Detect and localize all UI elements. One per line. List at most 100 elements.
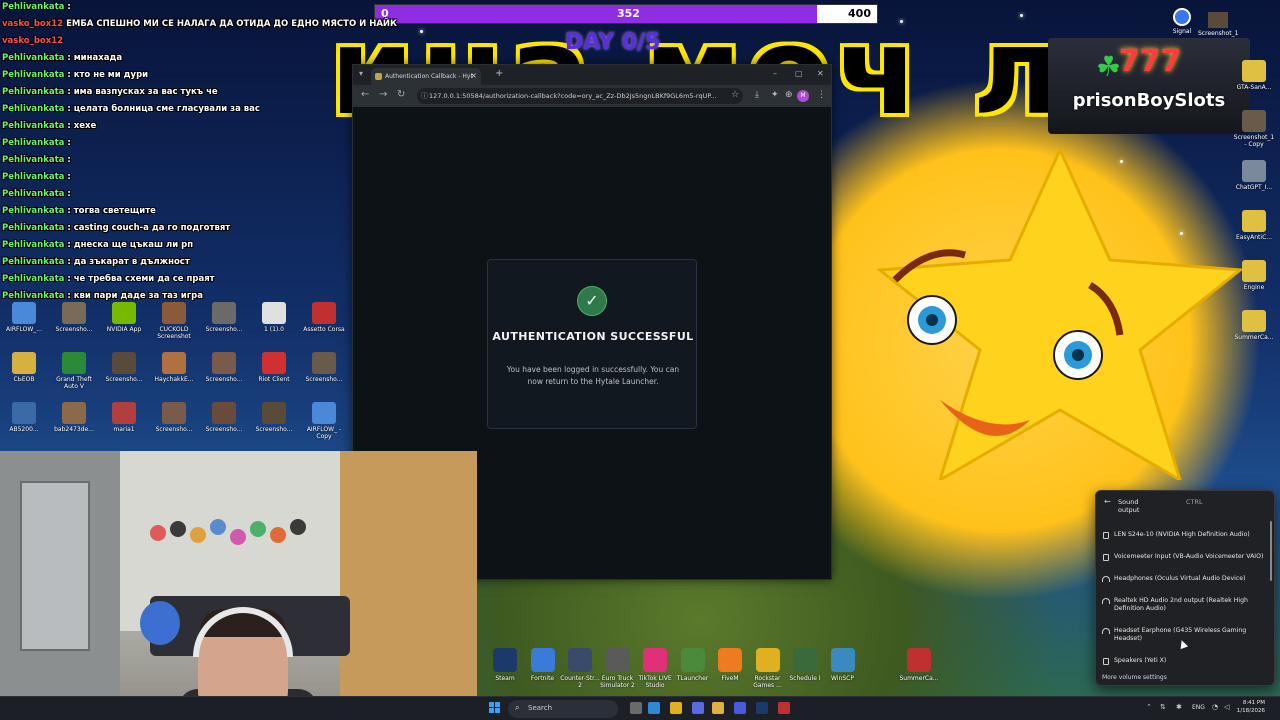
chat-username: Pehlivankata (2, 87, 65, 97)
desktop-icon[interactable]: Engine (1232, 260, 1276, 298)
desktop-icon[interactable]: GTA-SanA... (1232, 60, 1276, 98)
desktop-shortcut[interactable]: SummerCa... (899, 648, 939, 682)
shortcut-label: Euro Truck Simulator 2 (600, 675, 635, 689)
reload-icon[interactable]: ↻ (397, 89, 405, 100)
cam-plush-toy (140, 601, 180, 645)
sound-device-item[interactable]: Speakers (Yeti X) (1100, 657, 1268, 665)
desktop-icon[interactable]: EasyAntiC... (1232, 210, 1276, 248)
desktop-icon[interactable]: HaychakkE... (152, 352, 196, 390)
chat-text: : тогва светещите (67, 206, 156, 216)
desktop-icon[interactable]: AB5200... (2, 402, 46, 440)
clock[interactable]: 8:41 PM 1/18/2026 (1235, 699, 1265, 715)
minimize-icon[interactable]: – (773, 69, 777, 78)
desktop-icon[interactable]: СЬЕОВ (2, 352, 46, 390)
task-view-icon[interactable] (630, 702, 642, 714)
check-icon: ✓ (577, 286, 607, 316)
desktop-shortcut[interactable]: Fortnite (523, 648, 563, 682)
network-icon[interactable]: ⇅ (1160, 703, 1166, 711)
signal-desktop-icon[interactable]: Signal (1162, 8, 1202, 35)
profile-avatar[interactable]: M (797, 90, 809, 102)
desktop-shortcut[interactable]: WinSCP (823, 648, 863, 682)
desktop-icon[interactable]: SummerCa... (1232, 310, 1276, 348)
site-info-icon[interactable]: ⓘ (421, 91, 428, 101)
desktop-icon-label: Screensho... (105, 376, 143, 383)
desktop-icon[interactable]: Screensho... (252, 402, 296, 440)
desktop-icon[interactable]: Screensho... (302, 352, 346, 390)
close-tab-icon[interactable]: × (470, 71, 477, 80)
chat-username: vasko_box12 (2, 19, 64, 29)
windows-taskbar: ⌕ Search ⌃ ⇅ ✱ ENG ◔ ◁ 8:41 PM 1/18/2026 (0, 696, 1280, 720)
desktop-shortcut[interactable]: Rockstar Games ... (748, 648, 788, 689)
desktop-icon[interactable]: maria1 (102, 402, 146, 440)
chevron-up-icon[interactable]: ⌃ (1146, 703, 1152, 711)
more-volume-settings-link[interactable]: More volume settings (1102, 674, 1167, 681)
desktop-shortcut[interactable]: Counter-Str... 2 (560, 648, 600, 689)
sound-device-item[interactable]: Headphones (Oculus Virtual Audio Device) (1100, 575, 1268, 583)
app-icon[interactable] (734, 702, 746, 714)
tab-list-icon[interactable]: ▾ (359, 69, 363, 78)
folder-icon (1242, 260, 1266, 282)
start-button[interactable] (489, 702, 501, 714)
signal-icon (1173, 8, 1191, 26)
desktop-icon[interactable]: Riot Client (252, 352, 296, 390)
discord-icon[interactable] (692, 702, 704, 714)
app-icon[interactable] (778, 702, 790, 714)
sound-device-label: Voicemeeter Input (VB-Audio Voicemeeter … (1114, 553, 1264, 560)
wifi-icon[interactable]: ◔ (1212, 703, 1218, 711)
desktop-icon[interactable]: Screensho... (202, 402, 246, 440)
tab-auth-callback[interactable]: Authentication Callback - Hyt × (371, 68, 481, 85)
desktop-icon-label: Screensho... (205, 326, 243, 333)
file-explorer-icon[interactable] (712, 702, 724, 714)
forward-icon[interactable]: → (379, 89, 387, 100)
desktop-icon-label: Screensho... (55, 326, 93, 333)
chrome-icon[interactable] (670, 702, 682, 714)
sound-device-label: LEN S24e-10 (NVIDIA High Definition Audi… (1114, 531, 1250, 538)
desktop-shortcut[interactable]: Schedule I (785, 648, 825, 682)
screenshot-desktop-icon[interactable]: Screenshot_1 (1198, 12, 1238, 37)
desktop-shortcut[interactable]: FiveM (710, 648, 750, 682)
language-indicator[interactable]: ENG (1192, 704, 1205, 711)
desktop-icon[interactable]: Screenshot_1 - Copy (1232, 110, 1276, 148)
new-tab-icon[interactable]: + (495, 68, 503, 79)
folder-icon (1242, 310, 1266, 332)
steam-icon[interactable] (756, 702, 768, 714)
desktop-icon[interactable]: Screensho... (202, 352, 246, 390)
scrollbar[interactable] (1270, 521, 1272, 581)
edge-icon[interactable] (648, 702, 660, 714)
sound-device-item[interactable]: LEN S24e-10 (NVIDIA High Definition Audi… (1100, 531, 1268, 539)
desktop-icon[interactable]: AIRFLOW_ - Copy (302, 402, 346, 440)
favicon-icon (375, 73, 382, 80)
shortcut-label: TLauncher (676, 675, 709, 682)
desktop-icon[interactable]: Screensho... (102, 352, 146, 390)
taskbar-search[interactable]: ⌕ Search (508, 700, 618, 718)
stream-chat-overlay: Pehlivankata : vasko_box12 ЕМБА СПЕШНО МИ… (0, 0, 397, 310)
back-icon[interactable]: ← (361, 89, 369, 100)
sound-device-item[interactable]: Voicemeeter Input (VB-Audio Voicemeeter … (1100, 553, 1268, 561)
bluetooth-icon[interactable]: ✱ (1176, 703, 1182, 711)
clock-time: 8:41 PM (1242, 700, 1265, 706)
desktop-shortcut[interactable]: TLauncher (673, 648, 713, 682)
translate-icon[interactable]: ⊕ (785, 90, 793, 100)
menu-kebab-icon[interactable]: ⋮ (817, 90, 826, 100)
close-window-icon[interactable]: ✕ (817, 69, 824, 78)
extensions-icon[interactable]: ✦ (771, 90, 779, 100)
desktop-icon-label: SummerCa... (1234, 334, 1274, 341)
volume-icon[interactable]: ◁ (1224, 703, 1229, 711)
desktop-icon[interactable]: Grand Theft Auto V (52, 352, 96, 390)
tab-title: Authentication Callback - Hyt (385, 73, 473, 80)
desktop-shortcut[interactable]: Euro Truck Simulator 2 (598, 648, 638, 689)
download-icon[interactable]: ⤓ (755, 90, 759, 100)
maximize-icon[interactable]: ▢ (795, 69, 803, 78)
back-arrow-icon[interactable]: ← (1104, 497, 1111, 506)
chat-text: : да зъкарат в дължност (67, 257, 190, 267)
desktop-shortcut[interactable]: Steam (485, 648, 525, 682)
desktop-icon[interactable]: ChatGPT_I... (1232, 160, 1276, 198)
desktop-icon-label: maria1 (113, 426, 135, 433)
desktop-shortcut[interactable]: TikTok LIVE Studio (635, 648, 675, 689)
chat-username: Pehlivankata (2, 2, 65, 12)
bookmark-star-icon[interactable]: ☆ (731, 90, 739, 100)
desktop-icon[interactable]: Screensho... (152, 402, 196, 440)
desktop-icon[interactable]: bab2473de... (52, 402, 96, 440)
address-bar[interactable]: ⓘ 127.0.0.1:50584/authorization-callback… (417, 88, 743, 104)
sound-device-item[interactable]: Realtek HD Audio 2nd output (Realtek Hig… (1100, 597, 1268, 613)
